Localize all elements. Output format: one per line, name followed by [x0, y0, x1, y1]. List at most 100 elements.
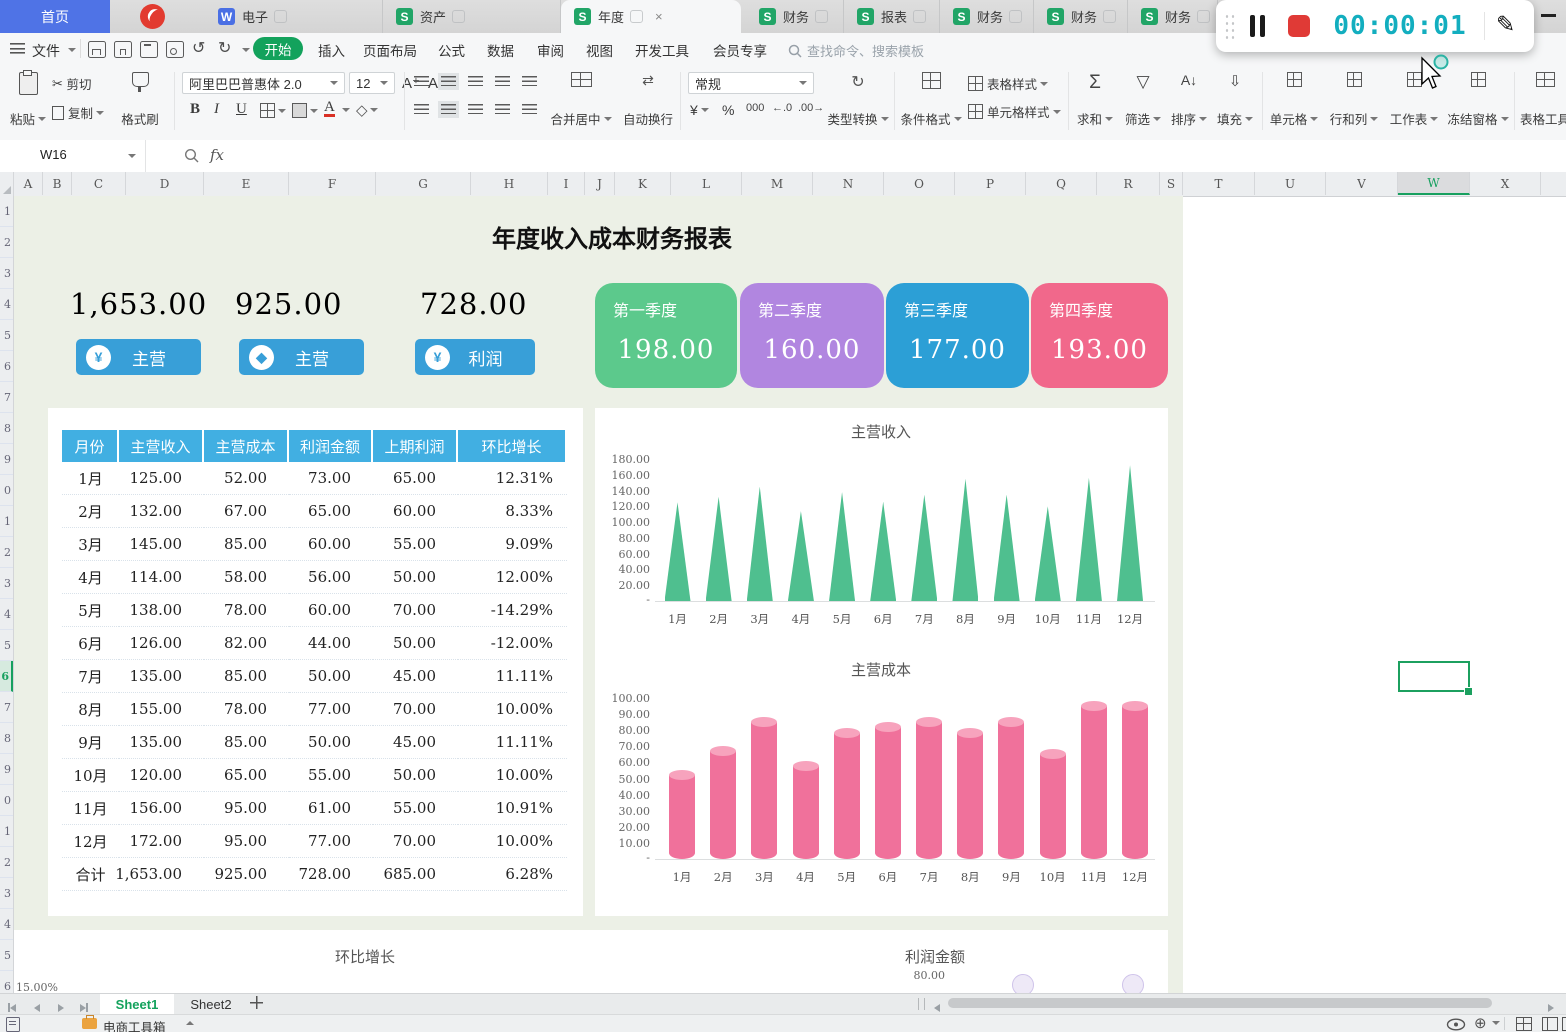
- row-header-20[interactable]: 0: [0, 785, 13, 816]
- document-tab-电子[interactable]: W电子: [205, 0, 383, 33]
- row-header-18[interactable]: 8: [0, 723, 13, 754]
- column-header-G[interactable]: G: [376, 172, 471, 195]
- zoom-formula-icon[interactable]: [184, 148, 200, 164]
- column-header-N[interactable]: N: [813, 172, 884, 195]
- name-box[interactable]: [0, 140, 146, 172]
- wrap-text-button[interactable]: ⇄ 自动换行: [620, 72, 676, 128]
- column-header-M[interactable]: M: [742, 172, 813, 195]
- row-header-2[interactable]: 2: [0, 227, 13, 258]
- document-tab-财务[interactable]: S财务: [1034, 0, 1128, 33]
- document-tab-财务[interactable]: S财务: [940, 0, 1034, 33]
- row-header-13[interactable]: 3: [0, 568, 13, 599]
- sum-button[interactable]: Σ 求和: [1074, 72, 1116, 128]
- document-tab-资产[interactable]: S资产: [383, 0, 561, 33]
- font-color-button[interactable]: A: [324, 100, 335, 117]
- justify-icon[interactable]: [495, 104, 510, 115]
- pause-icon[interactable]: [1250, 15, 1255, 37]
- fill-handle[interactable]: [1464, 687, 1473, 696]
- print-icon[interactable]: [140, 41, 158, 58]
- row-header-1[interactable]: 1: [0, 196, 13, 227]
- row-header-15[interactable]: 5: [0, 630, 13, 661]
- column-header-T[interactable]: T: [1183, 172, 1255, 195]
- column-header-A[interactable]: A: [14, 172, 43, 195]
- document-tab-报表[interactable]: S报表: [844, 0, 940, 33]
- minimize-icon[interactable]: [1541, 14, 1556, 17]
- row-header-22[interactable]: 2: [0, 847, 13, 878]
- row-header-17[interactable]: 7: [0, 692, 13, 723]
- row-header-21[interactable]: 1: [0, 816, 13, 847]
- format-painter-button[interactable]: 格式刷: [114, 72, 166, 128]
- borders-button[interactable]: [260, 103, 286, 118]
- column-header-F[interactable]: F: [289, 172, 376, 195]
- menu-tab-审阅[interactable]: 审阅: [537, 40, 564, 60]
- fill-color-button[interactable]: [292, 103, 318, 118]
- sheet-tab-Sheet1[interactable]: Sheet1: [100, 994, 174, 1014]
- command-search[interactable]: 查找命令、搜索模板: [788, 41, 924, 60]
- column-header-R[interactable]: R: [1097, 172, 1160, 195]
- row-header-16[interactable]: 6: [0, 661, 13, 692]
- row-header-24[interactable]: 4: [0, 909, 13, 940]
- column-header-U[interactable]: U: [1255, 172, 1326, 195]
- ecommerce-toolbox-button[interactable]: 电商工具箱: [103, 1017, 166, 1032]
- file-menu[interactable]: 文件: [32, 41, 60, 61]
- view-caret-icon[interactable]: [1492, 1021, 1500, 1025]
- row-header-11[interactable]: 1: [0, 506, 13, 537]
- fill-button[interactable]: ⇩ 填充: [1214, 72, 1256, 128]
- menu-tab-插入[interactable]: 插入: [318, 40, 345, 60]
- align-top-icon[interactable]: [414, 76, 429, 87]
- add-sheet-icon[interactable]: [250, 996, 263, 1009]
- currency-format-button[interactable]: ¥: [690, 102, 709, 118]
- align-right-icon[interactable]: [468, 104, 483, 115]
- column-header-B[interactable]: B: [43, 172, 72, 195]
- percent-format-button[interactable]: %: [722, 102, 734, 118]
- column-header-E[interactable]: E: [204, 172, 289, 195]
- document-tab-财务[interactable]: S财务: [746, 0, 844, 33]
- align-center-icon[interactable]: [441, 104, 456, 115]
- font-name-select[interactable]: 阿里巴巴普惠体 2.0: [182, 72, 345, 94]
- file-caret-icon[interactable]: [68, 48, 76, 52]
- quickbar-caret-icon[interactable]: [242, 48, 250, 52]
- increase-indent-icon[interactable]: [522, 76, 537, 87]
- column-header-D[interactable]: D: [126, 172, 204, 195]
- toolbox-caret-icon[interactable]: [186, 1021, 194, 1025]
- row-header-26[interactable]: 6: [0, 971, 13, 993]
- fx-label[interactable]: fx: [210, 146, 224, 164]
- normal-view-icon[interactable]: [1516, 1017, 1532, 1031]
- column-header-X[interactable]: X: [1470, 172, 1541, 195]
- formula-input[interactable]: [238, 140, 1566, 171]
- conditional-format-button[interactable]: 条件格式: [900, 72, 962, 128]
- align-middle-icon[interactable]: [441, 76, 456, 87]
- merge-center-button[interactable]: 合并居中: [548, 72, 614, 128]
- menu-tab-数据[interactable]: 数据: [487, 40, 514, 60]
- pause-icon[interactable]: [1260, 15, 1265, 37]
- row-header-10[interactable]: 0: [0, 475, 13, 506]
- redo-icon[interactable]: ↻: [218, 38, 231, 58]
- kpi-button-利润[interactable]: ¥利润: [415, 339, 535, 375]
- document-tab-年度[interactable]: S年度×: [561, 0, 741, 33]
- cells-button[interactable]: 单元格: [1268, 72, 1320, 128]
- align-bottom-icon[interactable]: [468, 76, 483, 87]
- pen-icon[interactable]: ✎: [1496, 11, 1515, 38]
- column-header-Q[interactable]: Q: [1026, 172, 1097, 195]
- name-box-caret-icon[interactable]: [128, 154, 136, 158]
- kpi-button-主营[interactable]: ¥主营: [76, 339, 201, 375]
- row-header-5[interactable]: 5: [0, 320, 13, 351]
- row-header-25[interactable]: 5: [0, 940, 13, 971]
- column-header-L[interactable]: L: [671, 172, 742, 195]
- font-color-caret-icon[interactable]: [342, 108, 350, 112]
- row-header-7[interactable]: 7: [0, 382, 13, 413]
- page-layout-view-icon[interactable]: [1542, 1017, 1558, 1031]
- row-header-3[interactable]: 3: [0, 258, 13, 289]
- close-tab-icon[interactable]: ×: [655, 9, 663, 24]
- distributed-icon[interactable]: [522, 104, 537, 115]
- column-header-W[interactable]: W: [1398, 172, 1470, 195]
- sheet-tab-Sheet2[interactable]: Sheet2: [174, 994, 248, 1014]
- row-header-14[interactable]: 4: [0, 599, 13, 630]
- column-header-O[interactable]: O: [884, 172, 955, 195]
- type-convert-button[interactable]: ↻ 类型转换: [828, 72, 888, 128]
- selected-cell-W16[interactable]: [1398, 661, 1470, 692]
- font-size-select[interactable]: 12: [349, 72, 395, 94]
- column-header-V[interactable]: V: [1326, 172, 1398, 195]
- thousands-format-button[interactable]: 000: [746, 102, 764, 114]
- home-tab[interactable]: 首页: [0, 0, 110, 33]
